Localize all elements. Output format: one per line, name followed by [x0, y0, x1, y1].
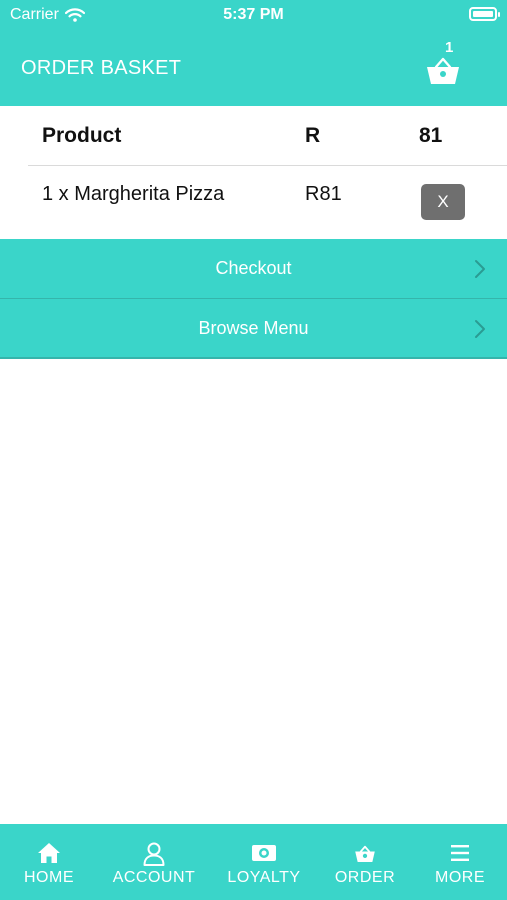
tab-account-label: ACCOUNT	[112, 869, 196, 886]
tab-bar: HOME ACCOUNT LOYALTY ORDER MORE	[0, 824, 507, 900]
table-row: 1 x Margherita Pizza R81 X	[0, 166, 507, 239]
top-bar: Carrier 5:37 PM ORDER BASKET 1	[0, 0, 507, 106]
column-header-currency: R	[305, 124, 321, 147]
menu-icon	[451, 845, 469, 861]
tab-loyalty[interactable]: LOYALTY	[220, 824, 308, 900]
row-price: R81	[305, 183, 342, 205]
header-basket-button[interactable]: 1	[418, 38, 468, 88]
page-title: ORDER BASKET	[21, 57, 182, 79]
browse-menu-label: Browse Menu	[198, 317, 309, 338]
browse-menu-button[interactable]: Browse Menu	[0, 299, 507, 359]
tab-home[interactable]: HOME	[0, 824, 98, 900]
table-header: Product R 81	[0, 106, 507, 166]
chevron-right-icon	[475, 320, 485, 338]
tab-more[interactable]: MORE	[420, 824, 500, 900]
row-product: 1 x Margherita Pizza	[42, 183, 225, 205]
home-icon	[38, 843, 60, 863]
basket-count-badge: 1	[445, 39, 454, 56]
tab-more-label: MORE	[435, 869, 485, 886]
basket-icon	[427, 57, 459, 84]
status-time: 5:37 PM	[223, 6, 284, 23]
user-icon	[143, 842, 165, 866]
basket-icon	[355, 845, 375, 862]
tab-account[interactable]: ACCOUNT	[104, 824, 204, 900]
basket-table: Product R 81 1 x Margherita Pizza R81 X	[0, 106, 507, 239]
checkout-label: Checkout	[215, 258, 292, 278]
column-header-product: Product	[42, 124, 122, 147]
column-header-total: 81	[419, 124, 443, 147]
tab-order-label: ORDER	[334, 869, 396, 886]
checkout-button[interactable]: Checkout	[0, 239, 507, 299]
remove-item-button[interactable]: X	[421, 184, 465, 220]
tab-home-label: HOME	[24, 869, 74, 886]
tab-loyalty-label: LOYALTY	[227, 869, 301, 886]
chevron-right-icon	[475, 260, 485, 278]
loyalty-icon	[252, 845, 276, 861]
battery-icon	[469, 7, 500, 21]
status-bar: Carrier 5:37 PM	[0, 0, 507, 30]
tab-order[interactable]: ORDER	[324, 824, 406, 900]
